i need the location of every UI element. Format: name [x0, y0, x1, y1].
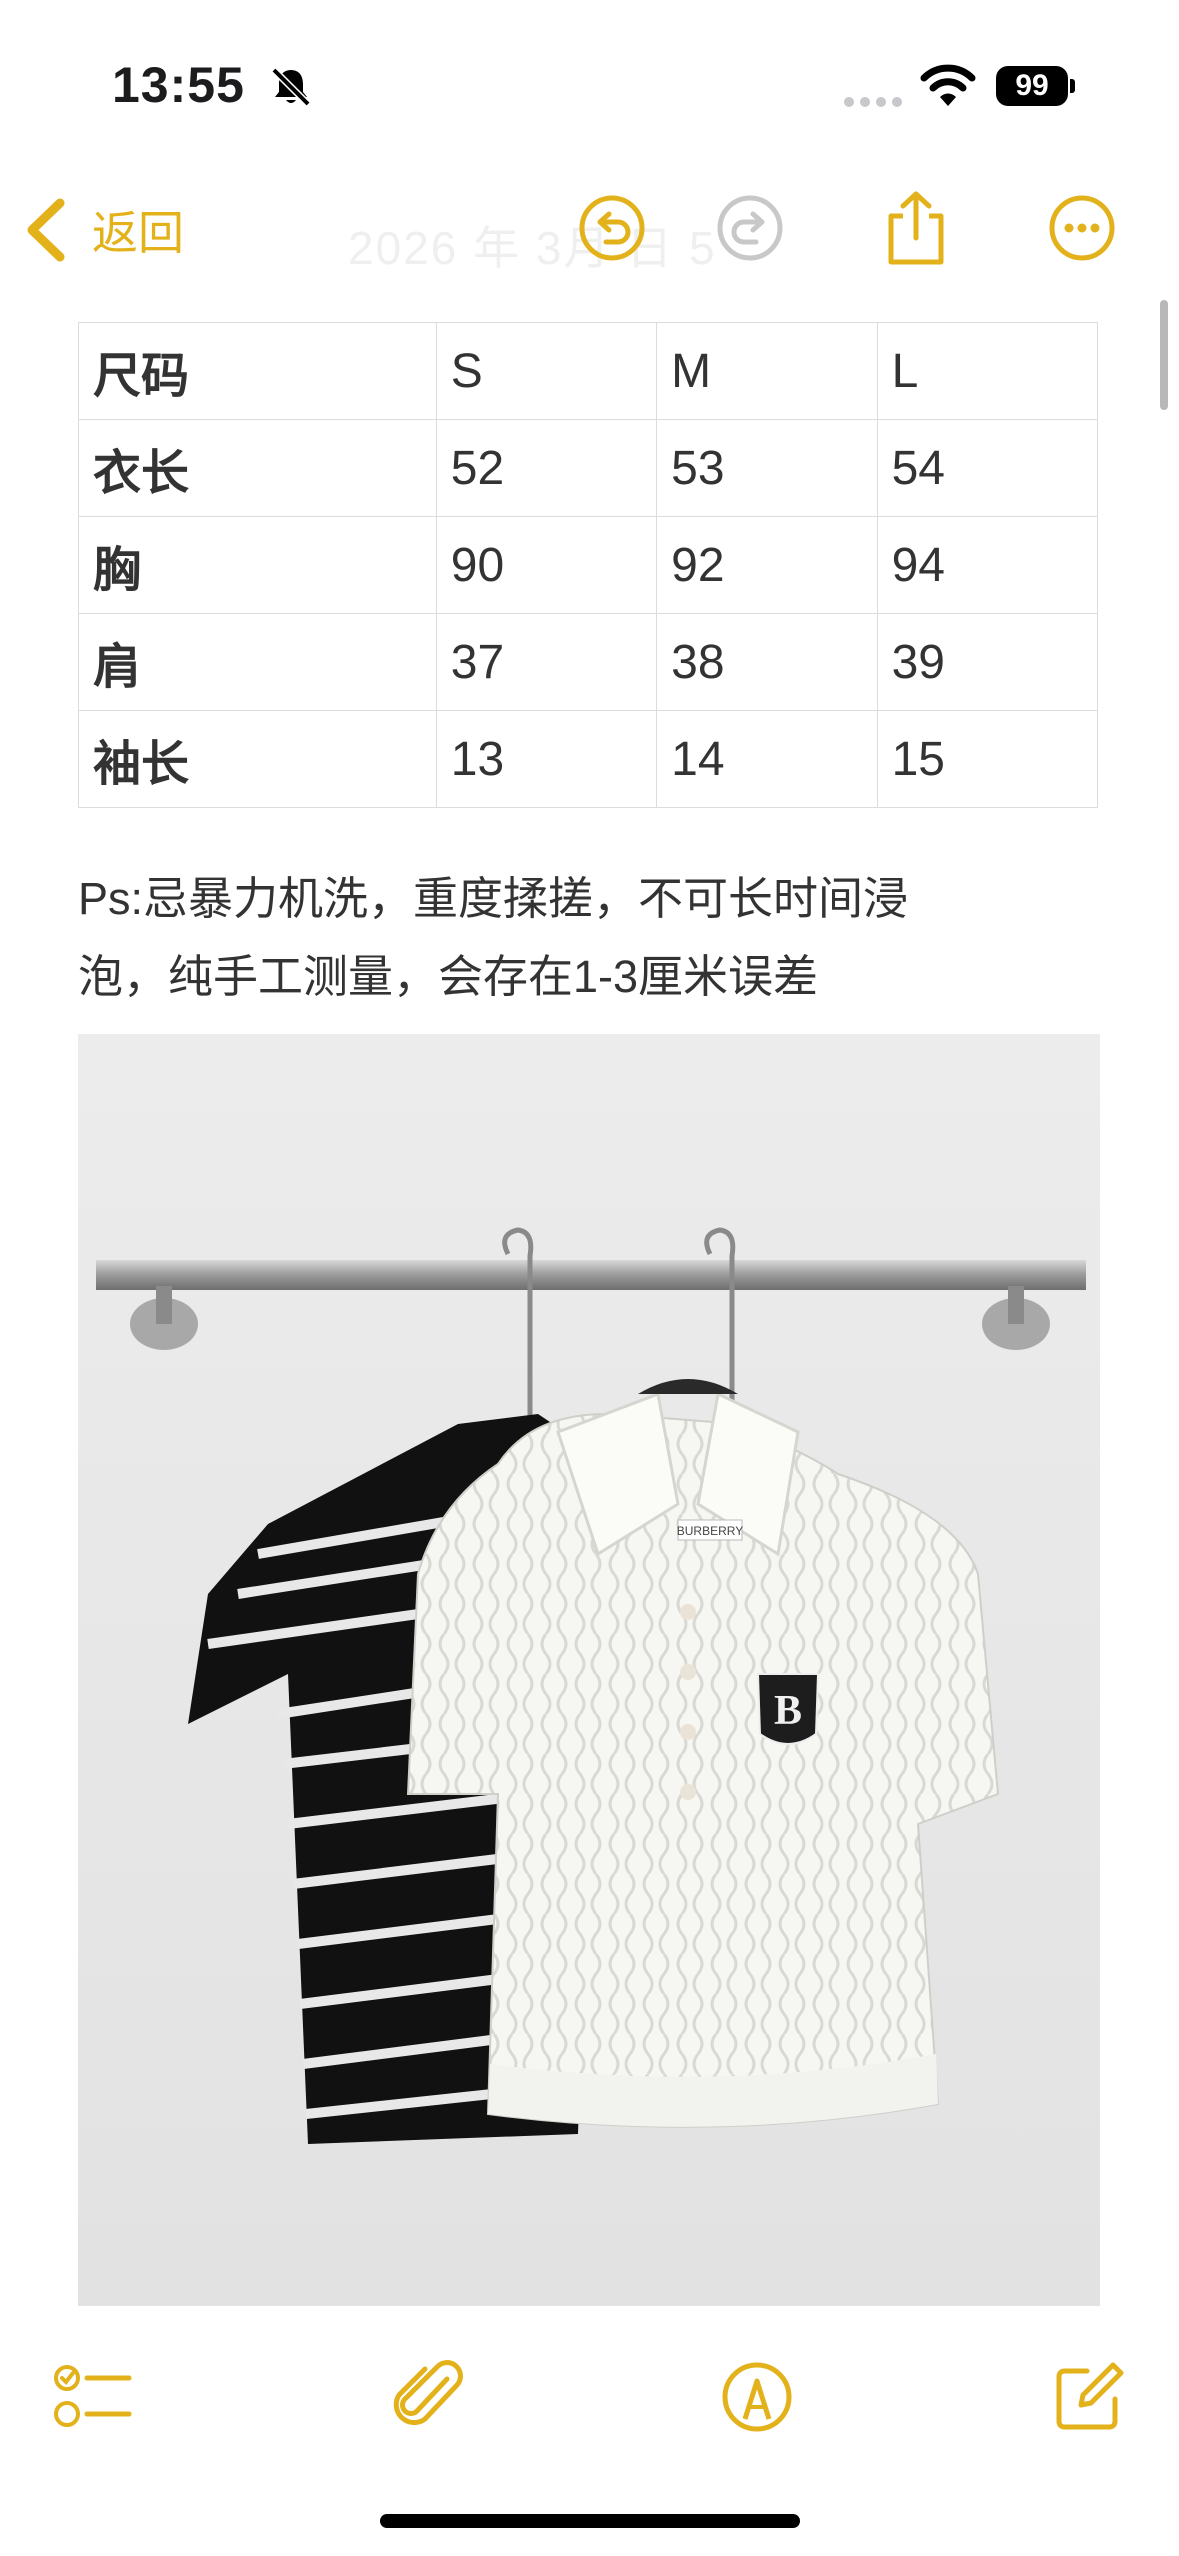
bottom-toolbar — [0, 2340, 1179, 2450]
status-bar: 13:55 99 — [0, 0, 1179, 160]
table-cell: 尺码 — [78, 322, 437, 420]
battery-level: 99 — [996, 66, 1068, 106]
nav-bar: 返回 2026 年 3月 日 5 — [0, 170, 1179, 290]
table-cell: 38 — [656, 613, 878, 711]
undo-icon — [579, 195, 645, 261]
note-line: 泡，纯手工测量，会存在1-3厘米误差 — [78, 951, 819, 1002]
markup-button[interactable] — [712, 2352, 802, 2442]
table-cell: 衣长 — [78, 419, 437, 517]
table-cell: 肩 — [78, 613, 437, 711]
table-row: 衣长 52 53 54 — [78, 419, 1099, 517]
table-cell: S — [435, 322, 658, 420]
undo-button[interactable] — [572, 188, 652, 268]
product-photo[interactable]: BURBERRY B — [78, 1034, 1100, 2306]
table-cell: L — [876, 322, 1099, 420]
table-cell: 39 — [876, 613, 1099, 711]
battery-icon: 99 — [996, 66, 1075, 106]
attachment-icon — [393, 2360, 463, 2425]
note-body[interactable]: Ps:忌暴力机洗，重度揉搓，不可长时间浸 泡，纯手工测量，会存在1-3厘米误差 — [78, 860, 1108, 1016]
checklist-icon — [54, 2365, 132, 2427]
table-cell: M — [656, 322, 878, 420]
table-cell: 13 — [435, 710, 658, 808]
more-icon — [1049, 195, 1115, 261]
note-line: Ps:忌暴力机洗，重度揉搓，不可长时间浸 — [78, 873, 909, 924]
share-icon — [888, 191, 944, 265]
wifi-icon — [920, 64, 976, 106]
table-row: 袖长 13 14 15 — [78, 710, 1099, 808]
table-cell: 52 — [435, 419, 658, 517]
table-row: 尺码 S M L — [78, 322, 1099, 420]
cellular-signal-icon — [844, 94, 908, 112]
table-cell: 袖长 — [78, 710, 437, 808]
table-cell: 14 — [656, 710, 878, 808]
markup-icon — [722, 2362, 792, 2432]
table-cell: 胸 — [78, 516, 437, 614]
share-button[interactable] — [876, 188, 956, 268]
note-title: 2026 年 3月 日 5 — [348, 222, 717, 274]
table-cell: 53 — [656, 419, 878, 517]
table-cell: 94 — [876, 516, 1099, 614]
redo-button[interactable] — [710, 188, 790, 268]
table-cell: 15 — [876, 710, 1099, 808]
home-indicator[interactable] — [380, 2514, 800, 2528]
status-time: 13:55 — [112, 57, 245, 113]
back-label: 返回 — [92, 207, 184, 259]
back-button[interactable]: 返回 — [24, 190, 184, 270]
table-cell: 92 — [656, 516, 878, 614]
table-row: 胸 90 92 94 — [78, 516, 1099, 614]
size-table: 尺码 S M L 衣长 52 53 54 胸 90 92 94 肩 37 38 … — [78, 322, 1099, 808]
scroll-indicator[interactable] — [1160, 300, 1168, 410]
table-cell: 90 — [435, 516, 658, 614]
table-row: 肩 37 38 39 — [78, 613, 1099, 711]
table-cell: 54 — [876, 419, 1099, 517]
checklist-button[interactable] — [48, 2352, 138, 2442]
product-photo-illustration: BURBERRY B — [78, 1034, 1100, 2306]
more-button[interactable] — [1042, 188, 1122, 268]
svg-text:B: B — [774, 1688, 802, 1734]
attachment-button[interactable] — [384, 2352, 474, 2442]
chevron-left-icon — [27, 198, 65, 262]
bell-slash-icon — [271, 67, 311, 107]
redo-icon — [717, 195, 783, 261]
brand-label: BURBERRY — [677, 1524, 743, 1538]
table-cell: 37 — [435, 613, 658, 711]
compose-button[interactable] — [1044, 2352, 1134, 2442]
compose-icon — [1056, 2362, 1124, 2430]
